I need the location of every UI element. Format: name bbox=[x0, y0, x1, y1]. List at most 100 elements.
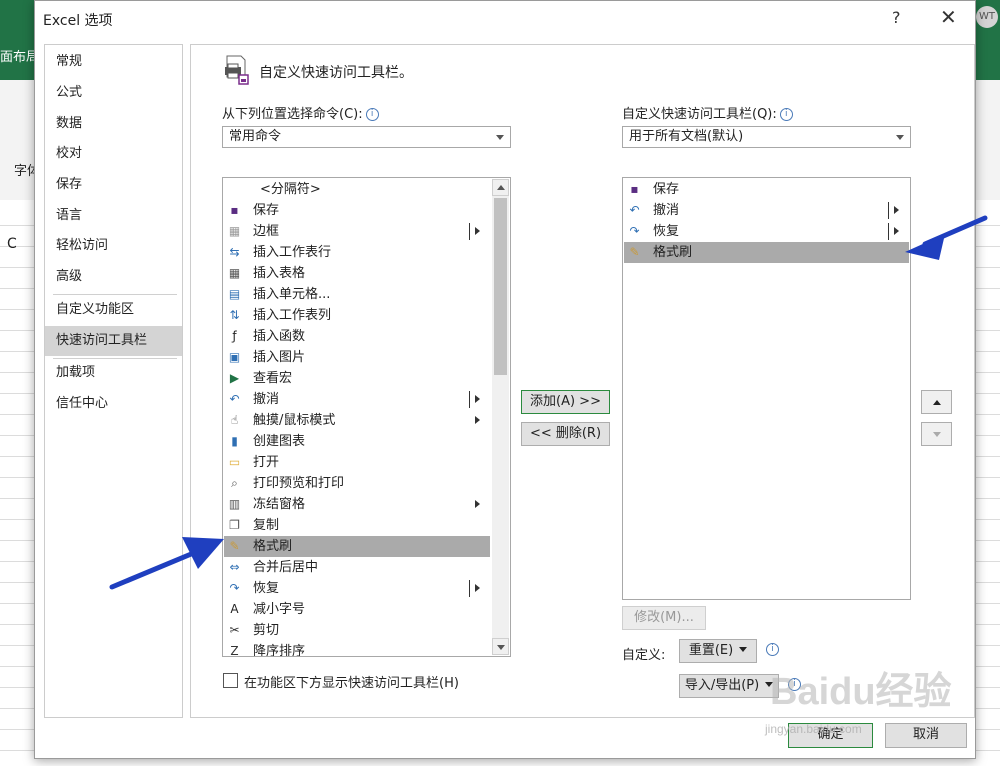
nav-item-customize-ribbon[interactable]: 自定义功能区 bbox=[45, 296, 182, 324]
command-item[interactable]: ↶ 撤消 bbox=[224, 389, 490, 410]
command-item-label: 撤消 bbox=[253, 392, 280, 407]
command-item[interactable]: ⇅ 插入工作表列 bbox=[224, 305, 490, 326]
chevron-down-icon bbox=[739, 647, 748, 652]
command-item[interactable]: ⇔ 合并后居中 bbox=[224, 557, 490, 578]
chevron-down-icon bbox=[896, 135, 904, 140]
avatar[interactable]: WT bbox=[976, 6, 998, 28]
command-item[interactable]: ▣ 插入图片 bbox=[224, 347, 490, 368]
split-divider bbox=[888, 202, 889, 219]
command-item-label: 剪切 bbox=[253, 623, 280, 638]
command-item[interactable]: ▪ 保存 bbox=[224, 200, 490, 221]
save-icon: ▪ bbox=[630, 182, 639, 196]
submenu-arrow-icon bbox=[475, 227, 480, 235]
toolbar-command-item[interactable]: ▪ 保存 bbox=[624, 179, 909, 200]
command-item[interactable]: ⌕ 打印预览和打印 bbox=[224, 473, 490, 494]
command-item[interactable]: ▭ 打开 bbox=[224, 452, 490, 473]
scroll-thumb[interactable] bbox=[494, 198, 507, 375]
commands-scrollbar[interactable] bbox=[492, 179, 509, 655]
print-preview-icon: ⌕ bbox=[231, 476, 238, 490]
nav-item-formulas[interactable]: 公式 bbox=[45, 79, 182, 107]
command-item[interactable]: ❐ 复制 bbox=[224, 515, 490, 536]
nav-item-advanced[interactable]: 高级 bbox=[45, 263, 182, 291]
add-button[interactable]: 添加(A) >> bbox=[521, 390, 610, 414]
command-item[interactable]: ⇆ 插入工作表行 bbox=[224, 242, 490, 263]
scroll-down-button[interactable] bbox=[492, 638, 509, 655]
nav-item-trust-center[interactable]: 信任中心 bbox=[45, 390, 182, 418]
toolbar-commands-list[interactable]: ▪ 保存 ↶ 撤消 ↷ 恢复 ✎ 格式刷 bbox=[622, 177, 911, 600]
command-item-label: 触摸/鼠标模式 bbox=[253, 413, 336, 428]
nav-item-proofing[interactable]: 校对 bbox=[45, 140, 182, 168]
command-item[interactable]: ✂ 剪切 bbox=[224, 620, 490, 641]
commands-list[interactable]: <分隔符> ▪ 保存 ▦ 边框 ⇆ 插入工作表行 ▦ 插入表格 ▤ 插入单元格... ⇅ 插入工作表列 ƒ… bbox=[222, 177, 511, 657]
command-item-label: 打开 bbox=[253, 455, 280, 470]
command-item[interactable]: ▶ 查看宏 bbox=[224, 368, 490, 389]
show-below-ribbon-checkbox[interactable] bbox=[223, 673, 238, 688]
chart-icon: ▮ bbox=[231, 434, 238, 448]
toolbar-command-item-label: 格式刷 bbox=[653, 245, 693, 260]
customize-toolbar-select[interactable]: 用于所有文档(默认) bbox=[622, 126, 911, 148]
toolbar-command-item[interactable]: ↷ 恢复 bbox=[624, 221, 909, 242]
baidu-watermark: Baidu经验 bbox=[770, 671, 952, 713]
split-divider bbox=[469, 391, 470, 408]
toolbar-command-item[interactable]: ↶ 撤消 bbox=[624, 200, 909, 221]
import-export-button[interactable]: 导入/导出(P) bbox=[679, 674, 779, 698]
sort-icon: Z bbox=[230, 644, 239, 657]
page-title: 自定义快速访问工具栏。 bbox=[259, 65, 413, 81]
command-item[interactable]: ↷ 恢复 bbox=[224, 578, 490, 599]
command-item-label: 插入单元格... bbox=[253, 287, 331, 302]
command-item[interactable]: ✎ 格式刷 bbox=[224, 536, 490, 557]
border-icon: ▦ bbox=[228, 224, 241, 238]
command-item[interactable]: ▮ 创建图表 bbox=[224, 431, 490, 452]
command-item[interactable]: A 减小字号 bbox=[224, 599, 490, 620]
command-item[interactable]: ▦ 边框 bbox=[224, 221, 490, 242]
nav-item-accessibility[interactable]: 轻松访问 bbox=[45, 232, 182, 260]
submenu-arrow-icon bbox=[475, 395, 480, 403]
show-below-ribbon-label: 在功能区下方显示快速访问工具栏(H) bbox=[244, 676, 459, 691]
command-item-label: 插入工作表行 bbox=[253, 245, 332, 260]
toolbar-command-item-label: 恢复 bbox=[653, 224, 680, 239]
command-item-label: 格式刷 bbox=[253, 539, 293, 554]
insert-cells-icon: ▤ bbox=[228, 287, 241, 301]
nav-item-save[interactable]: 保存 bbox=[45, 171, 182, 199]
toolbar-command-item[interactable]: ✎ 格式刷 bbox=[624, 242, 909, 263]
command-item-label: 插入工作表列 bbox=[253, 308, 332, 323]
command-item[interactable]: ☝ 触摸/鼠标模式 bbox=[224, 410, 490, 431]
toolbar-command-item-label: 撤消 bbox=[653, 203, 680, 218]
command-item[interactable]: <分隔符> bbox=[224, 179, 490, 200]
help-button[interactable]: ? bbox=[892, 8, 901, 27]
move-up-button[interactable] bbox=[921, 390, 952, 414]
move-down-button[interactable] bbox=[921, 422, 952, 446]
nav-item-language[interactable]: 语言 bbox=[45, 202, 182, 230]
options-nav: 常规 公式 数据 校对 保存 语言 轻松访问 高级 自定义功能区 快速访问工具栏… bbox=[44, 44, 183, 718]
nav-item-quick-access-toolbar[interactable]: 快速访问工具栏 bbox=[45, 326, 182, 356]
command-item[interactable]: ▤ 插入单元格... bbox=[224, 284, 490, 305]
arrow-up-icon bbox=[933, 400, 941, 405]
command-item[interactable]: Z 降序排序 bbox=[224, 641, 490, 657]
annotation-arrow-right bbox=[905, 215, 988, 260]
command-item[interactable]: ƒ 插入函数 bbox=[224, 326, 490, 347]
annotation-arrow-left bbox=[109, 537, 224, 590]
close-button[interactable]: ✕ bbox=[940, 5, 957, 29]
info-icon: i bbox=[766, 643, 779, 656]
dialog-title: Excel 选项 bbox=[43, 13, 113, 29]
nav-item-data[interactable]: 数据 bbox=[45, 110, 182, 138]
undo-icon: ↶ bbox=[629, 203, 640, 217]
nav-divider bbox=[53, 294, 177, 295]
command-item-label: 创建图表 bbox=[253, 434, 306, 449]
command-item[interactable]: ▥ 冻结窗格 bbox=[224, 494, 490, 515]
choose-commands-label-text: 从下列位置选择命令(C): bbox=[222, 107, 363, 122]
command-item-label: 减小字号 bbox=[253, 602, 306, 617]
choose-commands-select[interactable]: 常用命令 bbox=[222, 126, 511, 148]
picture-icon: ▣ bbox=[228, 350, 241, 364]
toolbar-command-item-label: 保存 bbox=[653, 182, 680, 197]
command-item[interactable]: ▦ 插入表格 bbox=[224, 263, 490, 284]
reset-button[interactable]: 重置(E) bbox=[679, 639, 757, 663]
scroll-up-button[interactable] bbox=[492, 179, 509, 196]
nav-item-general[interactable]: 常规 bbox=[45, 48, 182, 76]
save-icon: ▪ bbox=[230, 203, 239, 217]
nav-item-addins[interactable]: 加载项 bbox=[45, 359, 182, 387]
modify-button[interactable]: 修改(M)... bbox=[622, 606, 706, 630]
customize-label: 自定义: bbox=[622, 648, 666, 663]
remove-button[interactable]: << 删除(R) bbox=[521, 422, 610, 446]
cancel-button[interactable]: 取消 bbox=[885, 723, 967, 748]
